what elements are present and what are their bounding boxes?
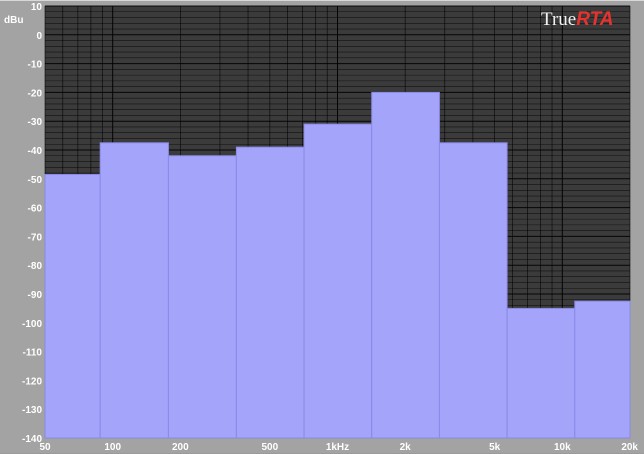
x-tick-label: 500: [261, 442, 278, 453]
y-tick-label: -70: [28, 232, 43, 243]
y-tick-label: -30: [28, 117, 43, 128]
logo-rta-text: RTA: [576, 9, 613, 30]
x-tick-label: 20k: [621, 442, 638, 453]
spectrum-bar-3: [167, 155, 237, 439]
x-axis-ticks: 50 100 200 500 1kHz 2k 5k 10k 20k: [39, 442, 638, 453]
x-tick-label: 50: [39, 442, 51, 453]
y-tick-label: -100: [22, 319, 42, 330]
logo-true-text: True: [541, 9, 576, 30]
y-tick-label: -20: [28, 88, 43, 99]
y-unit-label: dBu: [4, 15, 23, 26]
truerta-logo: TrueRTA: [541, 9, 614, 30]
spectrum-bar-6: [371, 91, 440, 439]
x-tick-label: 200: [172, 442, 189, 453]
y-tick-label: 0: [36, 31, 42, 42]
spectrum-bar-1: [44, 173, 101, 439]
y-tick-label: -110: [23, 348, 43, 359]
x-tick-label: 1kHz: [326, 442, 349, 453]
spectrum-bar-8: [506, 307, 576, 439]
y-tick-label: 10: [31, 2, 43, 13]
y-tick-label: -90: [28, 290, 43, 301]
svg-text:TrueRTA: TrueRTA: [541, 9, 614, 30]
spectrum-bar-5: [303, 123, 373, 439]
spectrum-bar-7: [438, 142, 508, 439]
y-tick-label: -50: [28, 175, 43, 186]
spectrum-bar-9: [574, 300, 631, 439]
y-tick-label: -120: [22, 376, 42, 387]
y-tick-label: -80: [28, 261, 43, 272]
x-tick-label: 100: [104, 442, 121, 453]
y-tick-label: -130: [22, 405, 42, 416]
rta-window: 10 0 -10 -20 -30 -40 -50 -60 -70 -80 -90 -100 -110 -1…: [0, 0, 644, 453]
x-tick-label: 10k: [554, 442, 571, 453]
y-tick-label: -40: [28, 146, 43, 157]
y-tick-label: -10: [28, 60, 43, 71]
spectrum-chart: 100-10-20-30-40-50-60-70-80-90-100-110-1…: [4, 2, 638, 453]
spectrum-bar-2: [99, 142, 169, 439]
x-tick-label: 5k: [489, 442, 501, 453]
y-tick-label: -60: [28, 204, 43, 215]
spectrum-bar-4: [235, 146, 305, 439]
y-axis-ticks: 10 0 -10 -20 -30 -40 -50 -60 -70 -80 -90 -100 -110 -1…: [22, 2, 42, 445]
x-tick-label: 2k: [400, 442, 412, 453]
